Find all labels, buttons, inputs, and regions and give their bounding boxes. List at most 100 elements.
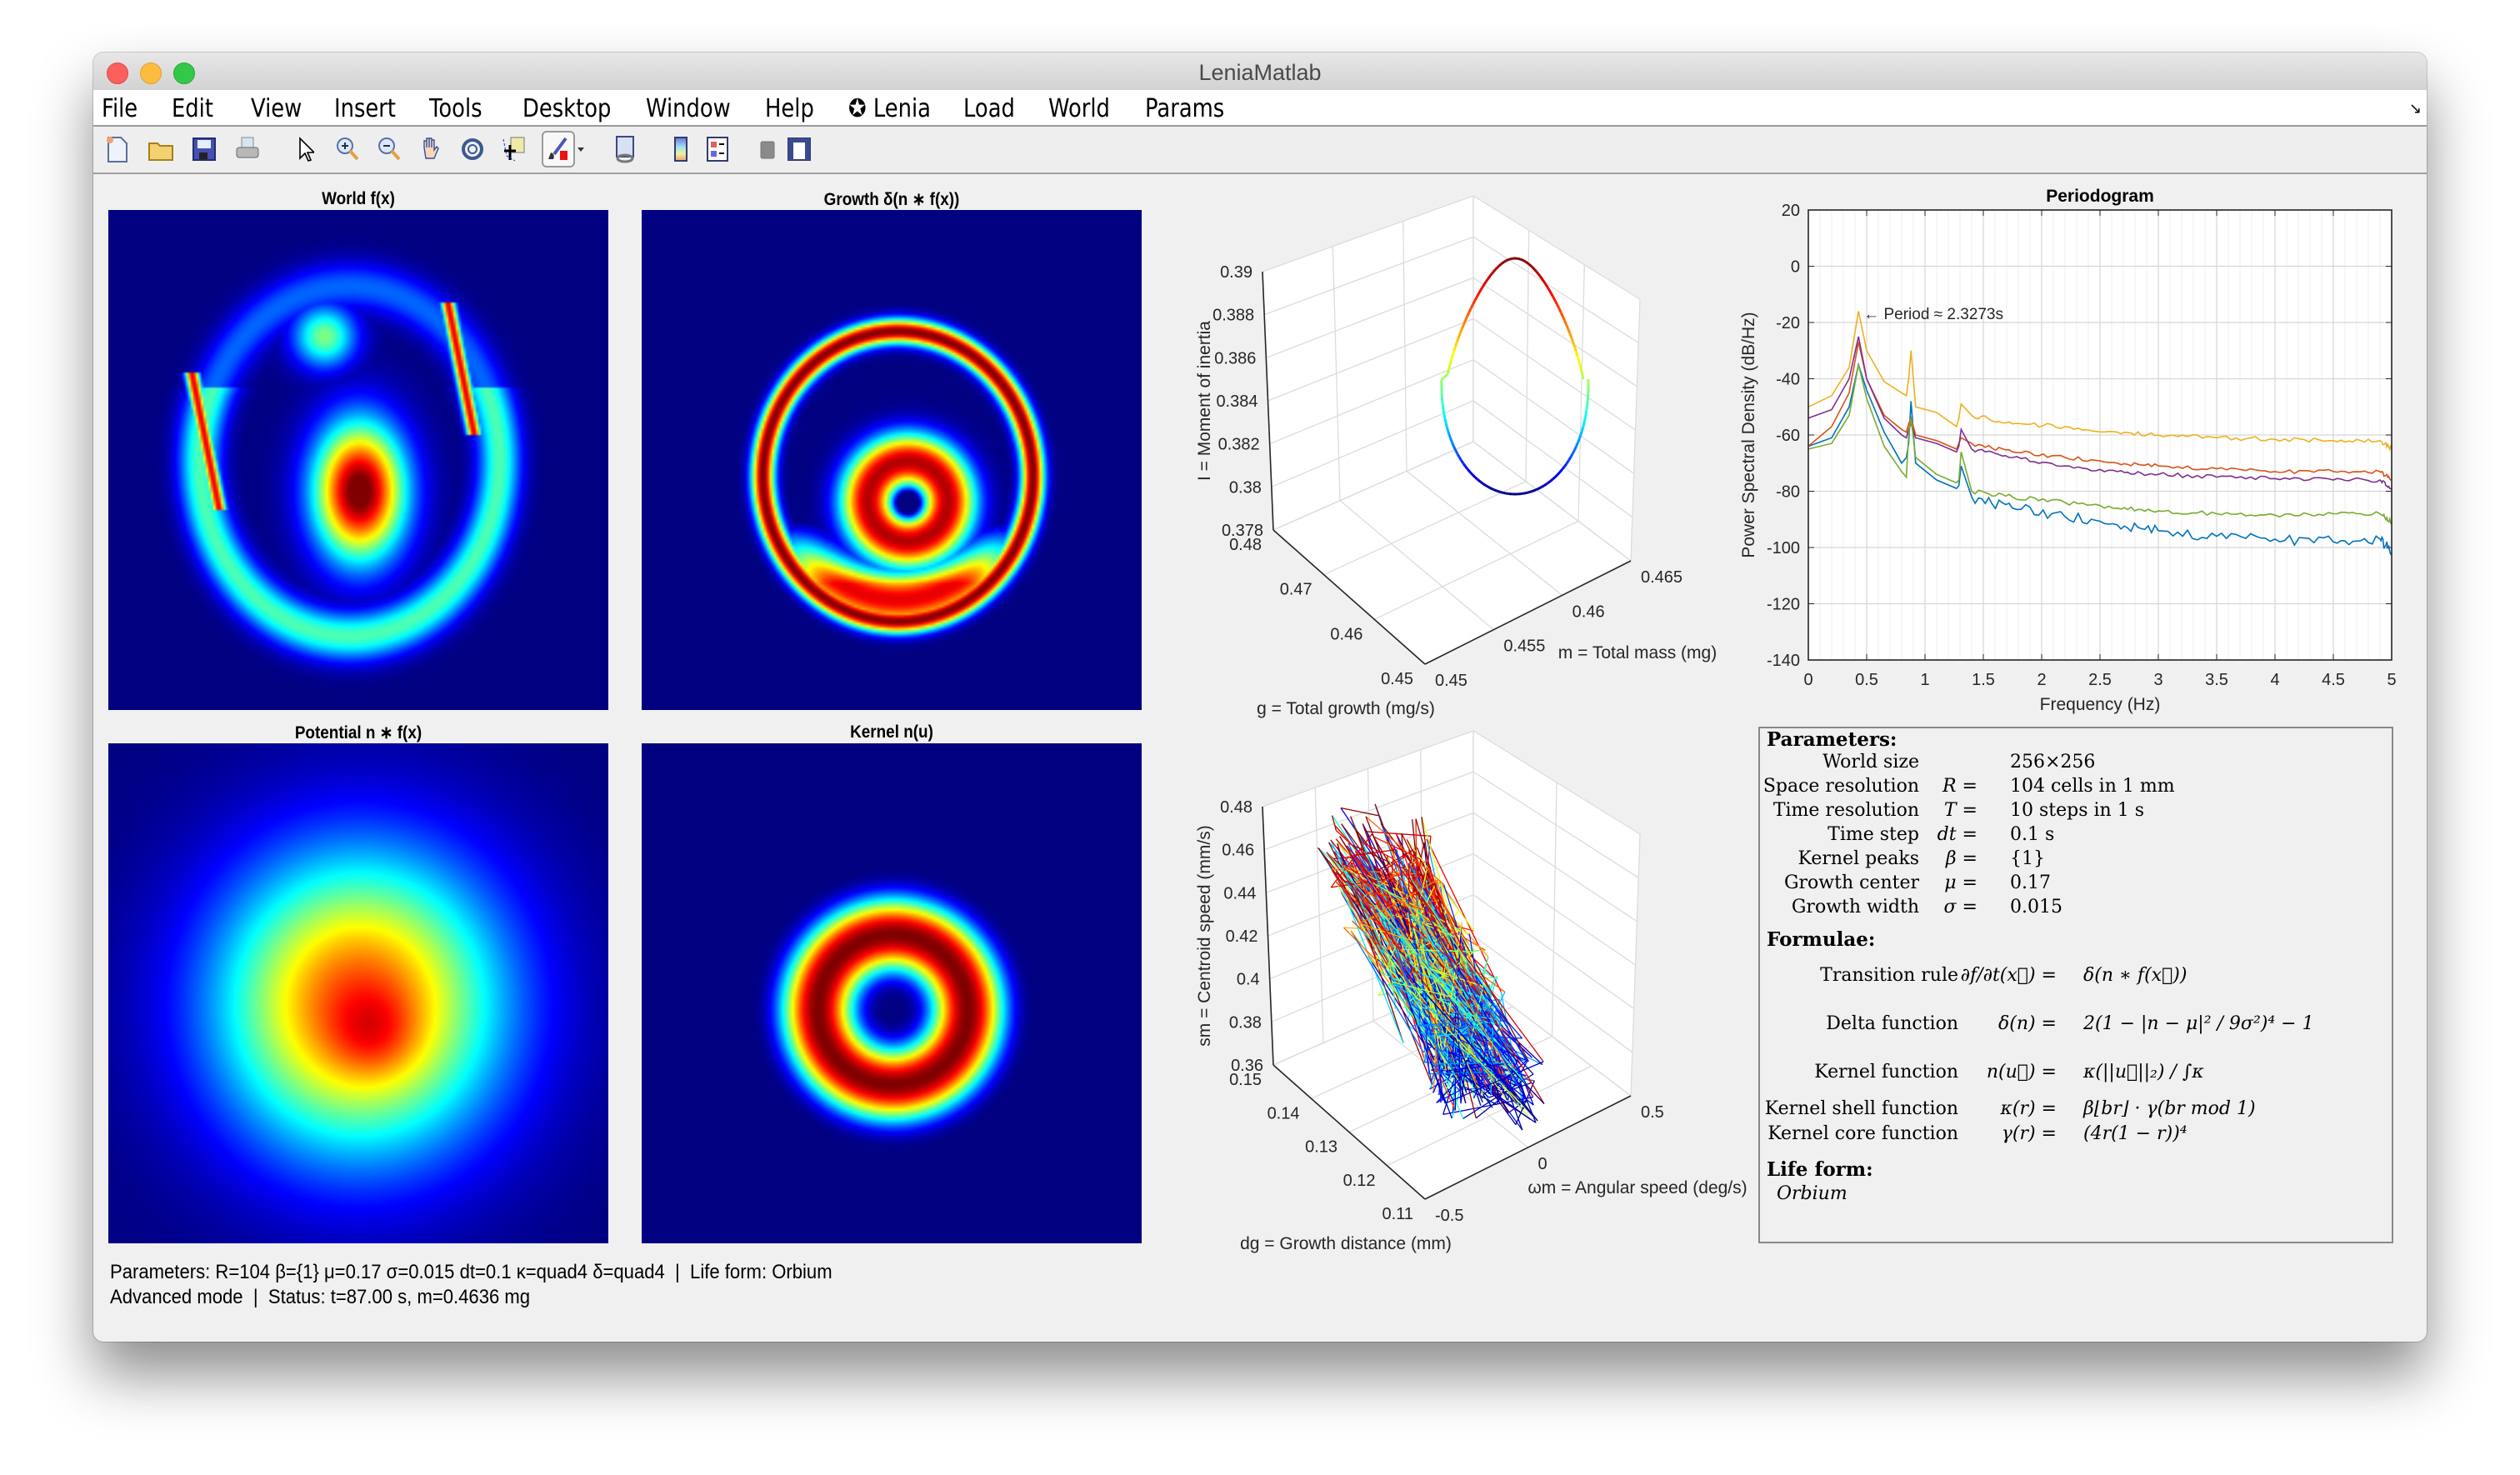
- menu-lenia[interactable]: ✪ Lenia: [848, 94, 931, 123]
- curve-segment: [1387, 936, 1400, 968]
- curve-segment: [1376, 883, 1457, 938]
- curve-segment: [1426, 986, 1442, 1085]
- link-plot-icon[interactable]: [610, 133, 642, 165]
- zoom-out-icon[interactable]: [373, 133, 405, 165]
- kernel-heatmap[interactable]: [642, 743, 1142, 1243]
- curve-segment: [1402, 928, 1441, 985]
- curve-segment: [1386, 943, 1461, 955]
- menu-window[interactable]: Window: [646, 94, 731, 123]
- curve-segment: [1519, 1083, 1537, 1123]
- curve-segment: [1402, 993, 1519, 1098]
- curve-segment: [1388, 972, 1455, 1053]
- menu-insert[interactable]: Insert: [334, 94, 396, 123]
- brush-icon[interactable]: [542, 131, 575, 168]
- potential-heatmap[interactable]: [108, 743, 608, 1243]
- pan-hand-icon[interactable]: [415, 133, 447, 165]
- z-axis-label: I = Moment of inertia: [1195, 321, 1214, 481]
- menu-tools[interactable]: Tools: [429, 94, 482, 123]
- brush-dropdown-icon[interactable]: [575, 133, 587, 165]
- curve-segment: [1562, 319, 1568, 325]
- curve-segment: [1421, 817, 1466, 964]
- curve-segment: [1368, 905, 1403, 920]
- curve-segment: [1380, 823, 1502, 1048]
- menu-world[interactable]: World: [1048, 94, 1110, 123]
- status-mode-line: Advanced mode | Status: t=87.00 s, m=0.4…: [110, 1286, 531, 1308]
- curve-segment: [1424, 867, 1431, 1062]
- curve-segment: [1343, 927, 1496, 1081]
- new-figure-icon[interactable]: [102, 133, 133, 165]
- grid-line: [1472, 277, 1638, 388]
- curve-segment: [1326, 852, 1483, 1028]
- menu-desktop[interactable]: Desktop: [522, 94, 611, 123]
- open-file-icon[interactable]: [145, 133, 177, 165]
- curve-segment: [1346, 845, 1503, 1022]
- y-tick-label: -140: [1767, 652, 1800, 670]
- z-axis-label: sm = Centroid speed (mm/s): [1195, 825, 1214, 1047]
- curve-segment: [1445, 427, 1450, 432]
- curve-segment: [1435, 1032, 1443, 1101]
- curve-segment: [1529, 489, 1534, 493]
- curve-segment: [1382, 854, 1408, 872]
- curve-segment: [1438, 955, 1453, 1096]
- curve-segment: [1403, 967, 1531, 1120]
- curve-segment: [1354, 888, 1412, 902]
- curve-segment: [1488, 486, 1492, 490]
- curve-segment: [1417, 921, 1467, 983]
- curve-segment: [1424, 923, 1457, 939]
- curve-segment: [1448, 1024, 1463, 1030]
- zoom-in-icon[interactable]: [332, 133, 363, 165]
- curve-segment: [1490, 487, 1495, 492]
- grid-line: [1374, 520, 1579, 620]
- curve-segment: [1398, 879, 1467, 1103]
- menu-file[interactable]: File: [102, 94, 138, 123]
- curve-segment: [1569, 452, 1574, 458]
- title-bar[interactable]: LeniaMatlab: [93, 52, 2427, 91]
- curve-segment: [1503, 259, 1508, 263]
- grid-line: [1262, 195, 1474, 272]
- dock-arrow-icon[interactable]: ↘: [2409, 100, 2422, 118]
- menu-load[interactable]: Load: [963, 94, 1015, 123]
- menu-view[interactable]: View: [251, 94, 302, 123]
- curve-segment: [1452, 984, 1491, 1014]
- legend-icon[interactable]: [702, 133, 733, 165]
- colorbar-icon[interactable]: [665, 133, 697, 165]
- curve-segment: [1342, 864, 1352, 874]
- curve-segment: [1367, 831, 1432, 837]
- back-wall-left: [1262, 731, 1473, 1065]
- curve-segment: [1445, 1050, 1521, 1085]
- curve-segment: [1452, 941, 1482, 1074]
- curve-segment: [1551, 476, 1556, 481]
- menu-params[interactable]: Params: [1145, 94, 1224, 123]
- curve-segment: [1561, 466, 1566, 471]
- x-tick-label: 0: [1538, 1155, 1548, 1173]
- curve-segment: [1442, 1037, 1478, 1085]
- curve-segment: [1335, 872, 1404, 1043]
- curve-segment: [1332, 815, 1472, 1026]
- curve-segment: [1433, 918, 1472, 992]
- menu-help[interactable]: Help: [765, 94, 814, 123]
- growth-heatmap[interactable]: [642, 210, 1142, 710]
- curve-segment: [1535, 487, 1540, 492]
- curve-segment: [1448, 927, 1523, 1131]
- curve-segment: [1482, 482, 1487, 487]
- menu-bar: File Edit View Insert Tools Desktop Wind…: [93, 90, 2427, 127]
- curve-segment: [1415, 917, 1455, 1052]
- print-icon[interactable]: [232, 133, 263, 165]
- show-plot-tools-icon[interactable]: [783, 133, 815, 165]
- grid-line: [1472, 812, 1638, 922]
- curve-segment: [1331, 878, 1389, 888]
- curve-segment: [1359, 922, 1413, 942]
- pointer-icon[interactable]: [290, 133, 322, 165]
- save-icon[interactable]: [188, 133, 220, 165]
- menu-edit[interactable]: Edit: [172, 94, 213, 123]
- curve-segment: [1452, 997, 1528, 1085]
- formula-lhs: δ(n) =: [1998, 1013, 2057, 1034]
- rotate-3d-icon[interactable]: [457, 133, 488, 165]
- hide-plot-tools-icon[interactable]: [752, 133, 783, 165]
- world-heatmap[interactable]: [108, 210, 608, 710]
- curve-segment: [1413, 1025, 1483, 1028]
- data-cursor-icon[interactable]: [498, 133, 530, 165]
- curve-segment: [1367, 955, 1437, 1062]
- curve-segment: [1422, 973, 1485, 1000]
- curve-segment: [1578, 364, 1582, 370]
